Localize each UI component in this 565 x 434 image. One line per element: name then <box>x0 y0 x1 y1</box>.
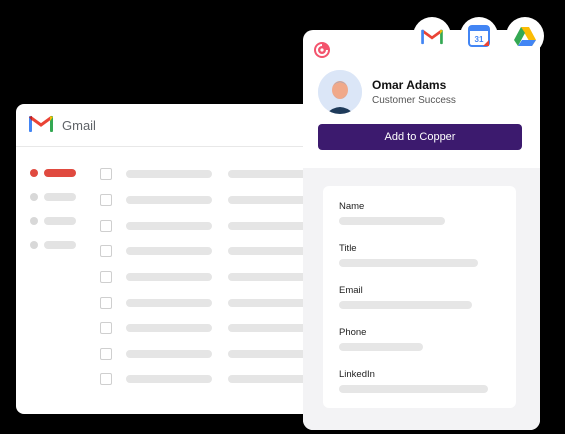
mail-row[interactable] <box>100 168 316 180</box>
field-label-phone: Phone <box>339 327 367 338</box>
gmail-header: Gmail <box>16 104 316 147</box>
row-checkbox[interactable] <box>100 297 112 309</box>
add-to-copper-button[interactable]: Add to Copper <box>318 124 522 150</box>
mail-row[interactable] <box>100 322 316 334</box>
mail-row[interactable] <box>100 297 316 309</box>
row-checkbox[interactable] <box>100 271 112 283</box>
calendar-day: 31 <box>475 35 484 44</box>
details-card: Name Title Email Phone LinkedIn <box>323 186 516 408</box>
mail-row[interactable] <box>100 271 316 283</box>
row-checkbox[interactable] <box>100 194 112 206</box>
mail-row[interactable] <box>100 245 316 257</box>
mail-row[interactable] <box>100 220 316 232</box>
details-area: Name Title Email Phone LinkedIn <box>303 168 540 430</box>
field-label-email: Email <box>339 285 363 296</box>
sidebar-item[interactable] <box>30 241 76 249</box>
field-input-linkedin[interactable] <box>339 385 488 393</box>
mail-row[interactable] <box>100 348 316 360</box>
field-input-phone[interactable] <box>339 343 423 351</box>
row-checkbox[interactable] <box>100 322 112 334</box>
field-input-name[interactable] <box>339 217 445 225</box>
field-label-title: Title <box>339 243 357 254</box>
row-checkbox[interactable] <box>100 220 112 232</box>
sidebar-item[interactable] <box>30 217 76 225</box>
field-input-title[interactable] <box>339 259 478 267</box>
row-checkbox[interactable] <box>100 348 112 360</box>
field-label-name: Name <box>339 201 365 212</box>
row-checkbox[interactable] <box>100 373 112 385</box>
row-checkbox[interactable] <box>100 245 112 257</box>
gmail-app-icon <box>413 17 451 55</box>
field-input-email[interactable] <box>339 301 472 309</box>
copper-logo-icon <box>313 41 331 59</box>
sidebar-item-inbox[interactable] <box>30 169 76 177</box>
sidebar-item[interactable] <box>30 193 76 201</box>
contact-name: Omar Adams <box>372 78 447 92</box>
row-checkbox[interactable] <box>100 168 112 180</box>
mail-row[interactable] <box>100 373 316 385</box>
copper-panel: Omar Adams Customer Success Add to Coppe… <box>303 30 540 430</box>
gmail-window: Gmail <box>16 104 316 414</box>
gmail-title: Gmail <box>62 117 96 133</box>
mail-row[interactable] <box>100 194 316 206</box>
google-calendar-icon: 31 <box>460 17 498 55</box>
field-label-linkedin: LinkedIn <box>339 369 375 380</box>
google-drive-icon <box>506 17 544 55</box>
gmail-icon <box>28 113 54 138</box>
avatar <box>318 70 362 114</box>
contact-role: Customer Success <box>372 95 456 106</box>
